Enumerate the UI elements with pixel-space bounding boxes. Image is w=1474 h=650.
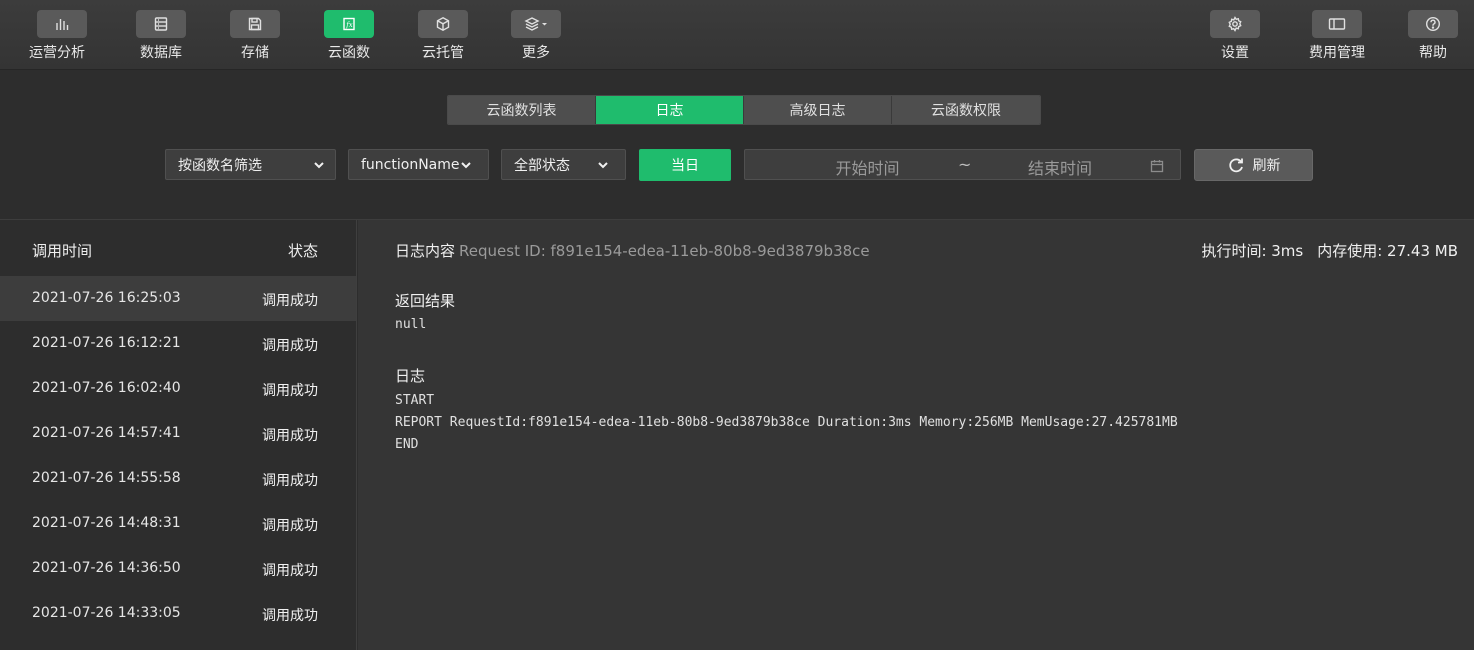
function-icon: fx <box>324 10 374 38</box>
function-tabs: 云函数列表 日志 高级日志 云函数权限 <box>447 95 1041 125</box>
date-range-picker[interactable]: 开始时间 ~ 结束时间 <box>744 149 1181 180</box>
list-item[interactable]: 2021-07-26 14:55:58 调用成功 <box>0 456 356 501</box>
result-value: null <box>395 317 427 332</box>
start-time-input[interactable]: 开始时间 <box>745 155 990 179</box>
list-item[interactable]: 2021-07-26 14:36:50 调用成功 <box>0 546 356 591</box>
invocation-time: 2021-07-26 14:57:41 <box>32 425 181 441</box>
save-icon <box>230 10 280 38</box>
range-separator: ~ <box>958 155 972 174</box>
invocation-status: 调用成功 <box>262 473 318 489</box>
today-button[interactable]: 当日 <box>639 149 731 181</box>
request-id: Request ID: f891e154-edea-11eb-80b8-9ed3… <box>459 242 870 260</box>
log-title: 日志 <box>395 367 426 385</box>
invocation-time: 2021-07-26 14:33:05 <box>32 605 181 621</box>
invocation-time: 2021-07-26 14:48:31 <box>32 515 181 531</box>
toolbar-storage-button[interactable]: 存储 <box>230 0 280 70</box>
chevron-down-icon <box>597 159 609 171</box>
function-name-select[interactable]: functionName <box>348 149 489 180</box>
list-item[interactable]: 2021-07-26 14:33:05 调用成功 <box>0 591 356 636</box>
toolbar-settings-button[interactable]: 设置 <box>1210 0 1260 70</box>
top-toolbar: 运营分析 数据库 存储 fx 云函数 云托管 更多 设置 费用管理 帮助 <box>0 0 1474 70</box>
toolbar-label: 运营分析 <box>29 45 85 61</box>
ticket-icon <box>1312 10 1362 38</box>
help-icon <box>1408 10 1458 38</box>
result-title: 返回结果 <box>395 292 456 310</box>
refresh-label: 刷新 <box>1252 158 1281 174</box>
log-detail-panel: 日志内容 Request ID: f891e154-edea-11eb-80b8-… <box>358 220 1474 650</box>
tab-function-list[interactable]: 云函数列表 <box>448 96 596 124</box>
calendar-icon[interactable] <box>1150 158 1164 177</box>
invocation-status: 调用成功 <box>262 608 318 624</box>
toolbar-database-button[interactable]: 数据库 <box>136 0 186 70</box>
invocation-time: 2021-07-26 16:12:21 <box>32 335 181 351</box>
log-detail-header: 日志内容 Request ID: f891e154-edea-11eb-80b8-… <box>395 240 870 261</box>
toolbar-label: 云托管 <box>422 45 464 61</box>
header-status: 状态 <box>287 242 318 260</box>
header-time: 调用时间 <box>32 242 93 260</box>
function-name-value: functionName <box>361 156 460 173</box>
log-line: END <box>395 437 419 452</box>
toolbar-label: 费用管理 <box>1309 45 1365 61</box>
refresh-button[interactable]: 刷新 <box>1194 149 1313 181</box>
log-line: REPORT RequestId:f891e154-edea-11eb-80b8… <box>395 415 1178 430</box>
toolbar-label: 存储 <box>241 45 269 61</box>
tab-advanced-logs[interactable]: 高级日志 <box>744 96 892 124</box>
list-item[interactable]: 2021-07-26 14:57:41 调用成功 <box>0 411 356 456</box>
refresh-icon <box>1228 158 1243 173</box>
svg-text:fx: fx <box>345 21 353 29</box>
filter-mode-select[interactable]: 按函数名筛选 <box>165 149 336 180</box>
toolbar-cloud-hosting-button[interactable]: 云托管 <box>418 0 468 70</box>
invocation-list: 调用时间 状态 2021-07-26 16:25:03 调用成功 2021-07… <box>0 220 357 650</box>
list-item[interactable]: 2021-07-26 16:02:40 调用成功 <box>0 366 356 411</box>
invocation-status: 调用成功 <box>262 338 318 354</box>
invocation-status: 调用成功 <box>262 383 318 399</box>
invocation-time: 2021-07-26 16:25:03 <box>32 290 181 306</box>
toolbar-more-button[interactable]: 更多 <box>511 0 561 70</box>
tab-function-permissions[interactable]: 云函数权限 <box>892 96 1040 124</box>
log-line: START <box>395 393 435 408</box>
list-item[interactable]: 2021-07-26 14:48:31 调用成功 <box>0 501 356 546</box>
chevron-down-icon <box>313 159 325 171</box>
toolbar-cloud-function-button[interactable]: fx 云函数 <box>324 0 374 70</box>
toolbar-analytics-button[interactable]: 运营分析 <box>29 0 87 70</box>
filter-mode-value: 按函数名筛选 <box>178 157 262 174</box>
toolbar-label: 帮助 <box>1419 45 1447 61</box>
end-time-input[interactable]: 结束时间 <box>995 155 1125 179</box>
invocation-time: 2021-07-26 14:36:50 <box>32 560 181 576</box>
chevron-down-icon <box>460 159 472 171</box>
log-detail-title: 日志内容 <box>395 242 456 260</box>
invocation-time: 2021-07-26 16:02:40 <box>32 380 181 396</box>
tab-logs[interactable]: 日志 <box>596 96 744 124</box>
memory-usage: 内存使用: 27.43 MB <box>1317 242 1458 260</box>
status-value: 全部状态 <box>514 157 570 174</box>
status-select[interactable]: 全部状态 <box>501 149 626 180</box>
toolbar-help-button[interactable]: 帮助 <box>1408 0 1458 70</box>
list-item[interactable]: 2021-07-26 16:12:21 调用成功 <box>0 321 356 366</box>
toolbar-label: 数据库 <box>140 45 182 61</box>
execution-time: 执行时间: 3ms <box>1201 242 1304 260</box>
cube-icon <box>418 10 468 38</box>
execution-meta: 执行时间: 3ms 内存使用: 27.43 MB <box>1201 240 1458 261</box>
list-header: 调用时间 状态 <box>0 220 356 276</box>
invocation-status: 调用成功 <box>262 518 318 534</box>
toolbar-billing-button[interactable]: 费用管理 <box>1309 0 1365 70</box>
invocation-status: 调用成功 <box>262 293 318 309</box>
toolbar-label: 更多 <box>522 45 550 61</box>
invocation-time: 2021-07-26 14:55:58 <box>32 470 181 486</box>
gear-icon <box>1210 10 1260 38</box>
bar-chart-icon <box>37 10 87 38</box>
invocation-status: 调用成功 <box>262 563 318 579</box>
toolbar-label: 云函数 <box>328 45 370 61</box>
database-icon <box>136 10 186 38</box>
layers-icon <box>511 10 561 38</box>
list-item[interactable]: 2021-07-26 16:25:03 调用成功 <box>0 276 356 321</box>
toolbar-label: 设置 <box>1221 45 1249 61</box>
invocation-status: 调用成功 <box>262 428 318 444</box>
